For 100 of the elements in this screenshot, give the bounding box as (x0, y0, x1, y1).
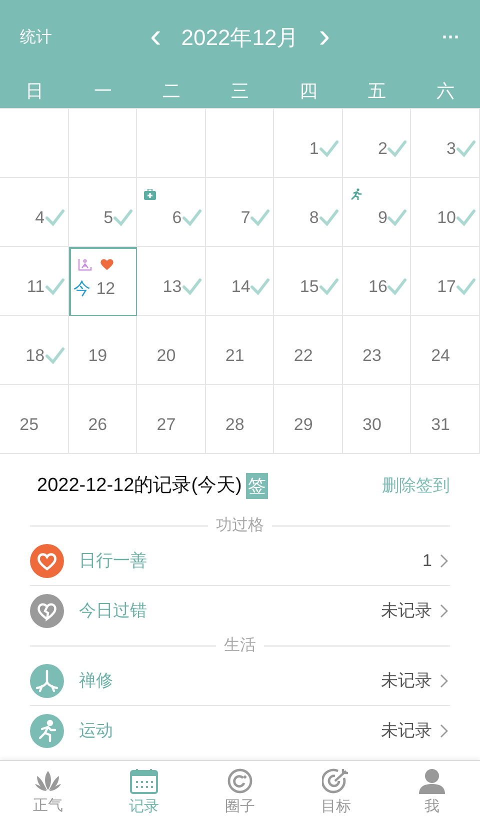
record-row[interactable]: 今日过错 未记录 (30, 586, 450, 636)
calendar-day[interactable]: 11 (0, 247, 69, 316)
day-number: 14 (231, 276, 250, 298)
calendar-day[interactable]: 16 (342, 247, 412, 316)
calendar-day[interactable]: 5 (68, 178, 138, 247)
day-number: 30 (362, 414, 382, 436)
nav-tab[interactable]: 记录 (96, 761, 192, 825)
calendar-day[interactable]: 7 (206, 178, 274, 247)
calendar-day[interactable]: 13 (137, 247, 206, 316)
day-number: 13 (162, 276, 182, 298)
day-number: 28 (225, 414, 244, 436)
record-row[interactable]: 禅修 未记录 (30, 656, 450, 706)
meditation-icon (30, 664, 64, 698)
day-number: 1 (309, 138, 319, 160)
calendar-day[interactable]: 8 (274, 178, 343, 247)
chevron-right-icon (440, 724, 448, 738)
signed-badge: 签 (246, 473, 268, 499)
meditation-icon (78, 258, 92, 271)
check-icon (318, 140, 339, 158)
day-number: 3 (446, 138, 456, 160)
runner-icon (350, 188, 362, 200)
calendar-day[interactable]: 9 (342, 178, 412, 247)
day-number: 19 (88, 345, 108, 368)
day-number: 18 (26, 345, 45, 368)
check-icon (387, 278, 408, 296)
calendar-day[interactable]: 1 (274, 109, 343, 178)
weekday-label: 四 (298, 80, 319, 103)
day-number: 20 (156, 345, 176, 368)
heart-icon (100, 258, 114, 271)
day-number: 5 (104, 207, 114, 230)
nav-tab[interactable]: 目标 (288, 761, 384, 825)
nav-tab[interactable]: 圈子 (192, 761, 288, 825)
check-icon (182, 209, 202, 227)
weekday-label: 五 (367, 80, 388, 103)
record-label: 禅修 (79, 670, 113, 692)
day-number: 22 (294, 345, 313, 368)
check-icon (250, 278, 270, 296)
nav-tab[interactable]: 正气 (0, 761, 96, 825)
calendar-day[interactable]: 24 (411, 316, 480, 385)
day-number: 10 (437, 207, 456, 230)
calendar-day[interactable]: 25 (0, 385, 69, 454)
check-icon (44, 347, 65, 365)
chevron-right-icon (440, 604, 448, 618)
day-number: 7 (240, 207, 250, 230)
calendar-day[interactable]: 18 (0, 316, 69, 385)
calendar-day[interactable]: 23 (342, 316, 412, 385)
day-number: 8 (309, 207, 319, 230)
day-number: 27 (156, 414, 176, 436)
calendar-day[interactable]: 26 (68, 385, 138, 454)
day-number: 24 (431, 345, 450, 368)
calendar-day[interactable]: 6 (137, 178, 206, 247)
day-number: 11 (26, 276, 45, 298)
day-number: 15 (300, 276, 319, 298)
weekday-label: 二 (161, 80, 182, 103)
calendar-day[interactable]: 31 (411, 385, 480, 454)
calendar-day[interactable]: 17 (411, 247, 480, 316)
day-number: 4 (35, 207, 45, 230)
calendar-day[interactable]: 14 (206, 247, 274, 316)
calendar-day[interactable]: 4 (0, 178, 69, 247)
check-icon (44, 209, 65, 227)
calendar-day[interactable]: 10 (411, 178, 480, 247)
record-value: 未记录 (381, 670, 432, 692)
nav-tab[interactable]: 我 (384, 761, 480, 825)
month-title: 2022年12月 (181, 24, 299, 52)
check-icon (387, 140, 408, 158)
check-icon (250, 209, 270, 227)
calendar-day[interactable]: 27 (137, 385, 206, 454)
circle-icon (227, 768, 253, 794)
day-number: 16 (368, 276, 388, 298)
day-number: 26 (88, 414, 108, 436)
day-number: 17 (437, 276, 456, 298)
calendar-day[interactable]: 29 (274, 385, 343, 454)
record-title: 2022-12-12的记录(今天) (37, 474, 242, 498)
check-icon (318, 278, 339, 296)
record-row[interactable]: 运动 未记录 (30, 706, 450, 756)
check-icon (182, 278, 202, 296)
check-icon (456, 209, 476, 227)
calendar-day[interactable]: 21 (206, 316, 274, 385)
weekday-label: 三 (230, 80, 250, 103)
day-number: 2 (378, 138, 388, 160)
section-heading: 生活 (224, 636, 256, 656)
record-row[interactable]: 日行一善 1 (30, 536, 450, 586)
calendar-day[interactable]: 19 (68, 316, 138, 385)
calendar-day[interactable]: 28 (206, 385, 274, 454)
calendar-day[interactable]: 22 (274, 316, 343, 385)
calendar-day[interactable]: 20 (137, 316, 206, 385)
calendar-day[interactable]: 30 (342, 385, 412, 454)
today-label: 今 (74, 278, 91, 300)
record-value: 1 (422, 550, 432, 572)
person-icon (418, 768, 446, 794)
record-label: 今日过错 (79, 600, 147, 622)
calendar-day[interactable]: 15 (274, 247, 343, 316)
calendar-day[interactable]: 3 (411, 109, 480, 178)
section-heading: 功过格 (216, 516, 264, 536)
calendar-day[interactable]: 今 12 (68, 247, 138, 316)
calendar-day[interactable]: 2 (342, 109, 412, 178)
check-icon (44, 278, 65, 296)
check-icon (456, 140, 476, 158)
record-label: 运动 (79, 720, 113, 742)
day-number: 9 (378, 207, 388, 230)
